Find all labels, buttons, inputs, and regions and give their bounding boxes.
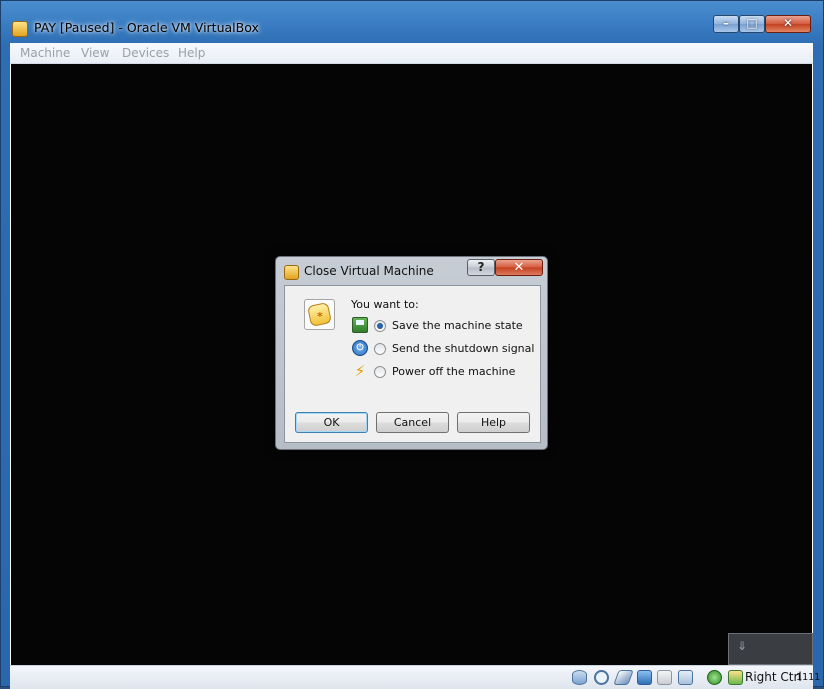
hard-disk-icon[interactable]	[572, 670, 587, 685]
save-state-icon	[352, 317, 368, 333]
usb-icon[interactable]	[613, 670, 634, 685]
option-label[interactable]: Send the shutdown signal	[392, 342, 534, 355]
ok-button[interactable]: OK	[295, 412, 368, 433]
virtualbox-dialog-icon	[284, 265, 299, 280]
status-bar: Right Ctrl	[10, 665, 813, 689]
option-save-state[interactable]: Save the machine state	[352, 317, 532, 335]
network-icon[interactable]	[637, 670, 652, 685]
menu-view[interactable]: View	[81, 46, 109, 60]
window-title: PAY [Paused] - Oracle VM VirtualBox	[34, 20, 259, 35]
lightning-icon: ⚡	[354, 362, 366, 380]
title-bar[interactable]: PAY [Paused] - Oracle VM VirtualBox – □ …	[1, 1, 824, 43]
option-label[interactable]: Power off the machine	[392, 365, 515, 378]
menu-machine[interactable]: Machine	[20, 46, 70, 60]
maximize-icon: □	[746, 16, 758, 30]
help-button[interactable]: Help	[457, 412, 530, 433]
virtualbox-window: PAY [Paused] - Oracle VM VirtualBox – □ …	[0, 0, 824, 689]
pin-icon[interactable]: ⇓	[737, 639, 747, 653]
close-icon: ✕	[782, 16, 794, 30]
save-state-radio[interactable]	[374, 320, 386, 332]
corner-label: 1111	[796, 672, 821, 683]
close-button[interactable]: ✕	[765, 15, 811, 33]
menu-bar: Machine View Devices Help	[10, 43, 813, 64]
menu-devices[interactable]: Devices	[122, 46, 169, 60]
dialog-title: Close Virtual Machine	[304, 264, 434, 278]
dialog-close-button[interactable]: ✕	[495, 259, 543, 276]
power-icon: ⏻	[352, 340, 368, 356]
virtualbox-app-icon	[12, 21, 28, 37]
cancel-button[interactable]: Cancel	[376, 412, 449, 433]
dialog-help-button[interactable]: ?	[467, 259, 495, 276]
optical-drive-icon[interactable]	[594, 670, 609, 685]
virtualization-icon[interactable]	[707, 670, 722, 685]
video-capture-icon[interactable]	[678, 670, 693, 685]
mini-toolbar[interactable]: ⇓	[728, 633, 813, 665]
option-shutdown-signal[interactable]: ⏻ Send the shutdown signal	[352, 340, 534, 358]
dialog-body: * You want to: Save the machine state ⏻ …	[284, 285, 541, 443]
prompt-label: You want to:	[351, 298, 419, 311]
menu-help[interactable]: Help	[178, 46, 205, 60]
shutdown-signal-radio[interactable]	[374, 343, 386, 355]
shared-folders-icon[interactable]	[657, 670, 672, 685]
host-key-label: Right Ctrl	[745, 670, 802, 684]
option-power-off[interactable]: ⚡ Power off the machine	[352, 363, 532, 381]
minimize-button[interactable]: –	[713, 15, 739, 33]
maximize-button[interactable]: □	[739, 15, 765, 33]
power-off-radio[interactable]	[374, 366, 386, 378]
virtualbox-logo-icon: *	[304, 299, 335, 330]
close-vm-dialog: Close Virtual Machine ? ✕ * You want to:…	[275, 256, 548, 450]
minimize-icon: –	[723, 16, 729, 30]
mouse-integration-icon[interactable]	[728, 670, 743, 685]
option-label[interactable]: Save the machine state	[392, 319, 523, 332]
star-glyph: *	[317, 310, 323, 323]
